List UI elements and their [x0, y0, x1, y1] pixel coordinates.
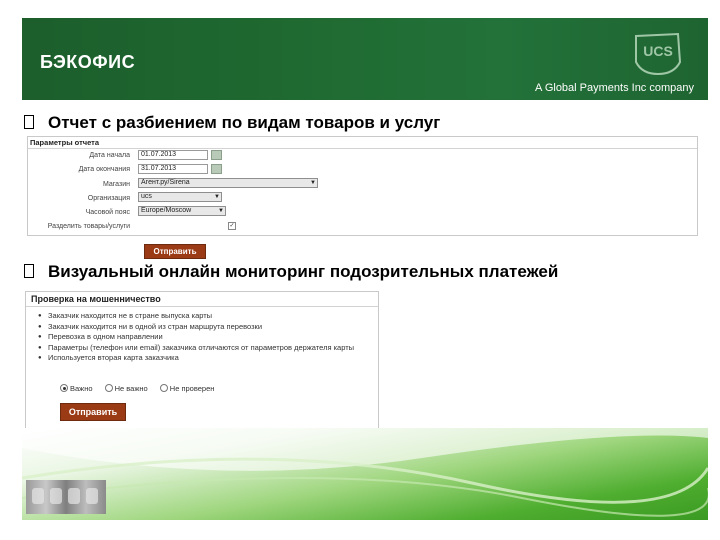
importance-radio-group: Важно Не важно Не проверен — [60, 384, 224, 393]
chevron-down-icon: ▼ — [218, 208, 224, 214]
radio-not-checked[interactable]: Не проверен — [159, 384, 214, 393]
start-date-input[interactable]: 01.07.2013 — [138, 150, 208, 160]
page-title: БЭКОФИС — [40, 52, 136, 72]
radio-important[interactable]: Важно — [60, 384, 93, 393]
radio-not-important[interactable]: Не важно — [104, 384, 148, 393]
split-goods-label: Разделить товары/услуги — [47, 223, 130, 230]
list-item: Перевозка в одном направлении — [36, 332, 356, 343]
fraud-check-form: Проверка на мошенничество Заказчик наход… — [25, 291, 379, 434]
criteria-list: Заказчик находится не в стране выпуска к… — [36, 311, 356, 364]
ucs-logo-icon: UCS — [635, 32, 682, 76]
section1-heading: Отчет с разбиением по видам товаров и ус… — [24, 113, 440, 133]
timezone-label: Часовой пояс — [85, 209, 130, 216]
form-title: Параметры отчета — [30, 138, 100, 147]
section2-heading: Визуальный онлайн мониторинг подозритель… — [24, 262, 558, 282]
form-title: Проверка на мошенничество — [31, 294, 161, 304]
wave-decoration — [22, 428, 708, 517]
store-select[interactable]: Агент.ру/Sirena ▼ — [138, 178, 318, 188]
organization-label: Организация — [87, 195, 130, 202]
calendar-icon[interactable] — [211, 164, 222, 174]
organization-select[interactable]: ucs ▼ — [138, 192, 222, 202]
list-item: Заказчик находится ни в одной из стран м… — [36, 322, 356, 333]
company-subtitle: A Global Payments Inc company — [535, 82, 694, 94]
chevron-down-icon: ▼ — [310, 180, 316, 186]
timezone-select[interactable]: Europe/Moscow ▼ — [138, 206, 226, 216]
bullet-icon — [24, 264, 34, 278]
radio-icon — [104, 384, 113, 392]
list-item: Используется вторая карта заказчика — [36, 353, 356, 364]
store-label: Магазин — [102, 181, 130, 188]
header-banner: БЭКОФИС UCS A Global Payments Inc compan… — [22, 18, 708, 100]
footer-decoration — [22, 428, 708, 520]
end-date-input[interactable]: 31.07.2013 — [138, 164, 208, 174]
submit-button[interactable]: Отправить — [144, 244, 206, 259]
radio-icon — [159, 384, 168, 392]
start-date-label: Дата начала — [89, 152, 130, 159]
chevron-down-icon: ▼ — [214, 194, 220, 200]
bullet-icon — [24, 115, 34, 129]
split-goods-checkbox[interactable]: ✓ — [228, 222, 236, 230]
calendar-icon[interactable] — [211, 150, 222, 160]
report-params-form: Параметры отчета Дата начала 01.07.2013 … — [27, 136, 698, 236]
svg-text:UCS: UCS — [643, 43, 673, 59]
end-date-label: Дата окончания — [78, 166, 130, 173]
radio-icon — [60, 384, 68, 392]
submit-button[interactable]: Отправить — [60, 403, 126, 421]
list-item: Заказчик находится не в стране выпуска к… — [36, 311, 356, 322]
list-item: Параметры (телефон или email) заказчика … — [36, 343, 356, 354]
divider — [28, 148, 697, 149]
photo-thumbnail — [26, 480, 106, 514]
divider — [26, 306, 378, 307]
